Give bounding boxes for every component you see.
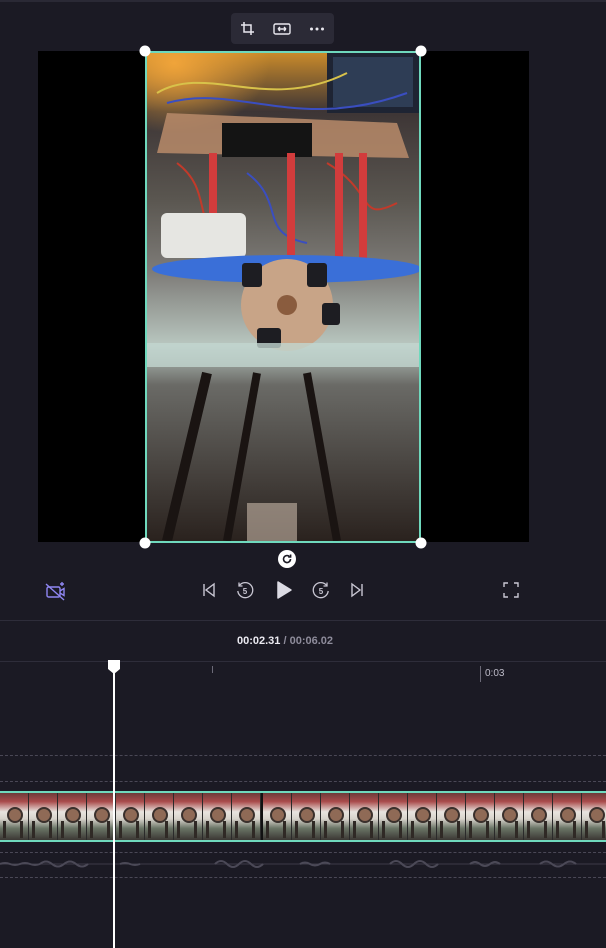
clip-thumbnail [582, 793, 606, 840]
play-button[interactable] [272, 578, 296, 602]
clip-thumbnail [87, 793, 116, 840]
playhead[interactable] [113, 672, 115, 948]
forward-5-icon: 5 [312, 582, 329, 599]
audio-waveform [0, 860, 606, 868]
track-drop-zone-line [0, 852, 606, 853]
clip-thumbnail [174, 793, 203, 840]
fit-button[interactable] [269, 17, 295, 41]
clip-thumbnail [495, 793, 524, 840]
clip-thumbnail [350, 793, 379, 840]
clip-thumbnail [58, 793, 87, 840]
forward-label: 5 [319, 587, 324, 596]
rewind-5-button[interactable]: 5 [233, 578, 257, 602]
ai-camera-icon [45, 582, 65, 601]
skip-to-end-icon [351, 582, 363, 598]
more-icon [309, 27, 324, 30]
clip-thumbnail [437, 793, 466, 840]
resize-handle-top-right[interactable] [415, 45, 427, 57]
rewind-5-icon: 5 [237, 582, 254, 599]
playhead-handle[interactable] [107, 659, 121, 675]
clip-thumbnail [263, 793, 292, 840]
video-frame[interactable] [145, 51, 421, 543]
ruler-tick-major [480, 666, 481, 682]
forward-5-button[interactable]: 5 [309, 578, 333, 602]
clip-thumbnail [379, 793, 408, 840]
timeline-ruler [0, 661, 606, 662]
time-readout: 00:02.31 / 00:06.02 [0, 635, 570, 647]
clip-thumbnail [0, 793, 29, 840]
clip-thumbnail [203, 793, 232, 840]
crop-toolbar [231, 13, 334, 44]
rewind-label: 5 [243, 587, 248, 596]
rotate-icon [282, 554, 292, 564]
fullscreen-icon [503, 582, 519, 598]
clip-thumbnail [408, 793, 437, 840]
crop-button[interactable] [235, 17, 261, 41]
top-edge [0, 0, 606, 2]
time-separator: / [280, 635, 290, 647]
crop-icon [241, 21, 255, 35]
track-drop-zone-line [0, 755, 606, 756]
resize-handle-top-left[interactable] [139, 45, 151, 57]
clip-thumbnail [524, 793, 553, 840]
track-drop-zone-line [0, 877, 606, 878]
total-duration: 00:06.02 [289, 635, 334, 647]
ruler-label: 0:03 [485, 668, 505, 679]
timeline-divider [0, 620, 606, 621]
clip-thumbnail [321, 793, 350, 840]
more-options-button[interactable] [304, 17, 330, 41]
clip-thumbnail [145, 793, 174, 840]
clip-thumbnail [553, 793, 582, 840]
play-icon [277, 581, 292, 599]
resize-handle-bottom-right[interactable] [415, 537, 427, 549]
clip-thumbnail [292, 793, 321, 840]
skip-to-start-icon [203, 582, 215, 598]
clip-thumbnail [466, 793, 495, 840]
skip-to-end-button[interactable] [347, 580, 367, 600]
fullscreen-button[interactable] [501, 580, 521, 600]
clip-thumbnail [232, 793, 261, 840]
ai-camera-button[interactable] [43, 578, 69, 604]
fit-width-icon [273, 22, 292, 35]
video-content-image [147, 53, 419, 541]
ruler-tick [212, 666, 213, 673]
clip-thumbnail [116, 793, 145, 840]
clip-thumbnail [29, 793, 58, 840]
resize-handle-bottom-left[interactable] [139, 537, 151, 549]
rotate-handle[interactable] [278, 550, 296, 568]
current-time: 00:02.31 [236, 635, 281, 647]
video-clip-track[interactable] [0, 791, 606, 842]
skip-to-start-button[interactable] [199, 580, 219, 600]
track-drop-zone-line [0, 781, 606, 782]
